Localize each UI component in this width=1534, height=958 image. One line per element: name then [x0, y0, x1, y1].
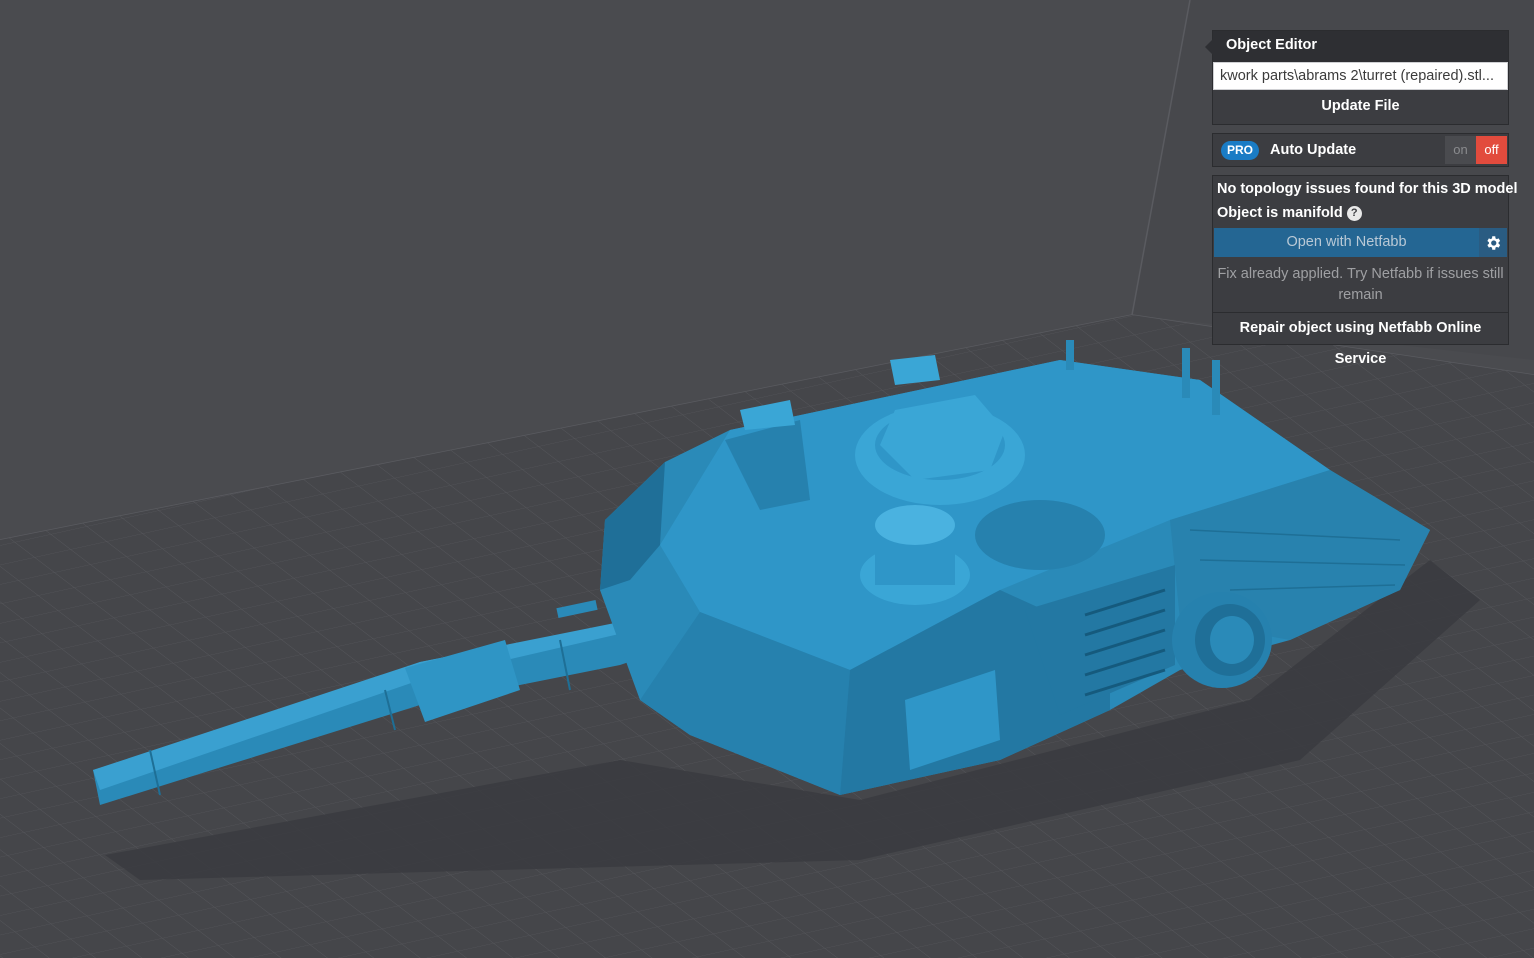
object-editor-panel: Object Editor Update File — [1205, 30, 1509, 125]
auto-update-label: Auto Update — [1270, 142, 1357, 158]
manifold-status: Object is manifold? — [1213, 201, 1508, 225]
manifold-label: Object is manifold — [1217, 205, 1343, 221]
fix-note: Fix already applied. Try Netfabb if issu… — [1217, 266, 1504, 303]
gear-icon — [1487, 235, 1501, 250]
toggle-off-option[interactable]: off — [1476, 136, 1507, 164]
help-icon[interactable]: ? — [1346, 206, 1362, 221]
pro-badge: PRO — [1221, 141, 1260, 160]
object-editor-title: Object Editor — [1213, 31, 1508, 62]
open-with-netfabb-button[interactable]: Open with Netfabb — [1214, 228, 1479, 257]
file-path-input[interactable] — [1213, 62, 1508, 90]
update-file-button[interactable]: Update File — [1213, 90, 1508, 123]
toggle-on-option[interactable]: on — [1445, 136, 1476, 164]
panel-pointer — [1205, 39, 1213, 55]
topology-status: No topology issues found for this 3D mod… — [1217, 181, 1518, 197]
netfabb-settings-button[interactable] — [1479, 228, 1507, 257]
repair-netfabb-online-button[interactable]: Repair object using Netfabb Online Servi… — [1213, 312, 1508, 367]
topology-panel: No topology issues found for this 3D mod… — [1212, 175, 1518, 367]
auto-update-row: PRO Auto Update on off — [1212, 133, 1509, 167]
netfabb-row: Open with Netfabb — [1214, 228, 1507, 257]
auto-update-toggle[interactable]: on off — [1445, 136, 1507, 164]
